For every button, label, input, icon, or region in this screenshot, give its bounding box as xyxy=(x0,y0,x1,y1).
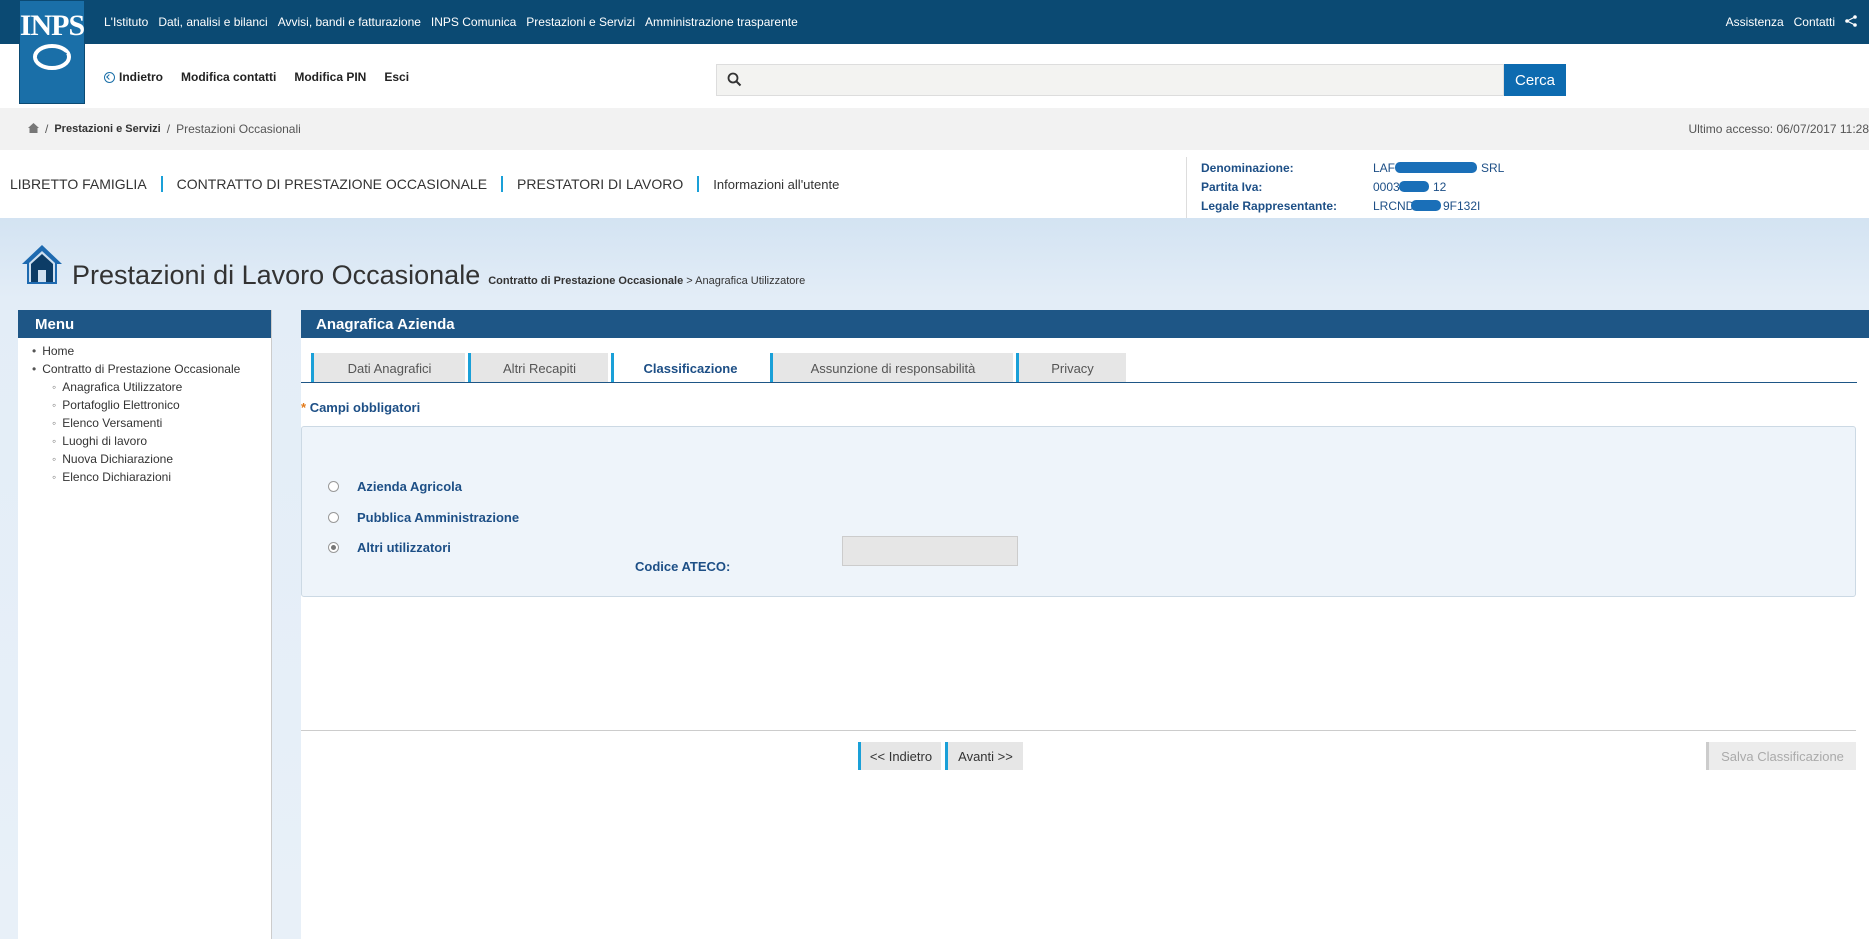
denominazione-value-end: SRL xyxy=(1481,161,1505,175)
assistenza-link[interactable]: Assistenza xyxy=(1726,15,1784,29)
topnav-dati-analisi[interactable]: Dati, analisi e bilanci xyxy=(158,15,267,29)
partita-iva-value-start: 0003 xyxy=(1373,180,1400,194)
breadcrumb: / Prestazioni e Servizi / Prestazioni Oc… xyxy=(28,122,301,136)
legale-rappresentante-value-end: 9F132I xyxy=(1443,199,1481,213)
legale-rappresentante-value-start: LRCND xyxy=(1373,199,1415,213)
footer-divider xyxy=(301,730,1856,731)
user-toolbar: Indietro Modifica contatti Modifica PIN … xyxy=(0,44,1869,108)
modifica-pin-link[interactable]: Modifica PIN xyxy=(294,70,366,84)
menu-title: Menu xyxy=(18,310,271,338)
modifica-contatti-link[interactable]: Modifica contatti xyxy=(181,70,276,84)
legale-rappresentante-label: Legale Rappresentante: xyxy=(1201,199,1338,213)
tab-divider xyxy=(301,382,1857,383)
contratto-prestazione-link[interactable]: CONTRATTO DI PRESTAZIONE OCCASIONALE xyxy=(177,176,487,192)
denominazione-label: Denominazione: xyxy=(1201,161,1294,175)
redaction-mark xyxy=(1411,200,1441,211)
topnav-amministrazione-trasparente[interactable]: Amministrazione trasparente xyxy=(645,15,798,29)
subtitle-section: Contratto di Prestazione Occasionale xyxy=(488,275,684,287)
contatti-link[interactable]: Contatti xyxy=(1794,15,1835,29)
logo-text: INPS xyxy=(19,9,85,42)
required-text: Campi obbligatori xyxy=(309,400,421,415)
informazioni-utente-link[interactable]: Informazioni all'utente xyxy=(713,177,839,192)
topnav-inps-comunica[interactable]: INPS Comunica xyxy=(431,15,516,29)
panel-title: Anagrafica Azienda xyxy=(301,310,1869,338)
menu-item-portafoglio-elettronico[interactable]: Portafoglio Elettronico xyxy=(18,396,271,414)
tab-bar: Dati Anagrafici Altri Recapiti Classific… xyxy=(311,353,1129,383)
share-icon[interactable] xyxy=(1845,14,1857,30)
search-input[interactable] xyxy=(753,69,1493,91)
libretto-famiglia-link[interactable]: LIBRETTO FAMIGLIA xyxy=(10,176,147,192)
menu-item-nuova-dichiarazione[interactable]: Nuova Dichiarazione xyxy=(18,450,271,468)
search-box xyxy=(716,64,1504,96)
tab-privacy[interactable]: Privacy xyxy=(1016,353,1126,383)
required-asterisk: * xyxy=(301,400,307,415)
indietro-label: Indietro xyxy=(119,70,163,84)
esci-link[interactable]: Esci xyxy=(384,70,409,84)
redaction-mark xyxy=(1399,181,1429,192)
top-right-links: Assistenza Contatti xyxy=(1726,0,1857,44)
main-panel: Anagrafica Azienda Dati Anagrafici Altri… xyxy=(301,310,1869,939)
topnav-prestazioni-servizi[interactable]: Prestazioni e Servizi xyxy=(526,15,635,29)
label-altri-utilizzatori: Altri utilizzatori xyxy=(357,540,451,555)
institutional-menu: L'Istituto Dati, analisi e bilanci Avvis… xyxy=(104,0,798,44)
topnav-avvisi-bandi[interactable]: Avvisi, bandi e fatturazione xyxy=(278,15,421,29)
classification-form: Azienda Agricola Pubblica Amministrazion… xyxy=(301,426,1856,597)
page-subtitle: Contratto di Prestazione Occasionale > A… xyxy=(488,275,805,287)
menu-item-luoghi-lavoro[interactable]: Luoghi di lavoro xyxy=(18,432,271,450)
partita-iva-value-end: 12 xyxy=(1433,180,1447,194)
sidebar-menu: Menu Home Contratto di Prestazione Occas… xyxy=(18,310,272,939)
back-circle-icon xyxy=(104,71,115,83)
menu-item-elenco-dichiarazioni[interactable]: Elenco Dichiarazioni xyxy=(18,468,271,486)
home-icon[interactable] xyxy=(28,122,39,136)
redaction-mark xyxy=(1395,162,1477,173)
last-access: Ultimo accesso: 06/07/2017 11:28 xyxy=(1688,122,1869,136)
breadcrumb-current: Prestazioni Occasionali xyxy=(176,122,301,136)
page-header: Prestazioni di Lavoro Occasionale Contra… xyxy=(20,242,805,291)
label-pubblica-amministrazione: Pubblica Amministrazione xyxy=(357,510,520,525)
option-altri-utilizzatori[interactable]: Altri utilizzatori xyxy=(328,540,451,555)
prestatori-lavoro-link[interactable]: PRESTATORI DI LAVORO xyxy=(517,176,683,192)
codice-ateco-label: Codice ATECO: xyxy=(635,559,731,574)
page-title: Prestazioni di Lavoro Occasionale xyxy=(72,260,481,290)
denominazione-value-start: LAF xyxy=(1373,161,1396,175)
inps-logo[interactable]: INPS xyxy=(19,0,85,104)
option-pubblica-amministrazione[interactable]: Pubblica Amministrazione xyxy=(328,510,519,525)
radio-altri-utilizzatori[interactable] xyxy=(328,542,339,553)
salva-classificazione-button[interactable]: Salva Classificazione xyxy=(1706,742,1856,770)
partita-iva-label: Partita Iva: xyxy=(1201,180,1263,194)
tab-altri-recapiti[interactable]: Altri Recapiti xyxy=(468,353,608,383)
indietro-button[interactable]: << Indietro xyxy=(858,742,941,770)
breadcrumb-prestazioni-servizi[interactable]: Prestazioni e Servizi xyxy=(54,123,160,135)
tab-dati-anagrafici[interactable]: Dati Anagrafici xyxy=(311,353,465,383)
tab-classificazione[interactable]: Classificazione xyxy=(611,353,767,383)
cerca-button[interactable]: Cerca xyxy=(1504,64,1566,96)
menu-item-home[interactable]: Home xyxy=(18,342,271,360)
breadcrumb-bar: / Prestazioni e Servizi / Prestazioni Oc… xyxy=(0,108,1869,150)
tab-assunzione-responsabilita[interactable]: Assunzione di responsabilità xyxy=(770,353,1013,383)
subtitle-current: > Anagrafica Utilizzatore xyxy=(683,275,806,287)
menu-item-contratto[interactable]: Contratto di Prestazione Occasionale xyxy=(18,360,271,378)
radio-pubblica-amministrazione[interactable] xyxy=(328,512,339,523)
label-azienda-agricola: Azienda Agricola xyxy=(357,479,462,494)
company-info: Denominazione: LAF SRL Partita Iva: 0003… xyxy=(1186,157,1869,218)
avanti-button[interactable]: Avanti >> xyxy=(945,742,1023,770)
option-azienda-agricola[interactable]: Azienda Agricola xyxy=(328,479,462,494)
codice-ateco-input[interactable] xyxy=(842,536,1018,566)
search-icon xyxy=(727,72,742,92)
menu-item-elenco-versamenti[interactable]: Elenco Versamenti xyxy=(18,414,271,432)
menu-item-anagrafica-utilizzatore[interactable]: Anagrafica Utilizzatore xyxy=(18,378,271,396)
top-navigation-bar: L'Istituto Dati, analisi e bilanci Avvis… xyxy=(0,0,1869,44)
logo-emblem-icon xyxy=(33,44,71,70)
radio-azienda-agricola[interactable] xyxy=(328,481,339,492)
required-fields-note: * Campi obbligatori xyxy=(301,400,420,415)
topnav-istituto[interactable]: L'Istituto xyxy=(104,15,148,29)
house-icon xyxy=(20,242,64,291)
indietro-link[interactable]: Indietro xyxy=(104,70,163,84)
